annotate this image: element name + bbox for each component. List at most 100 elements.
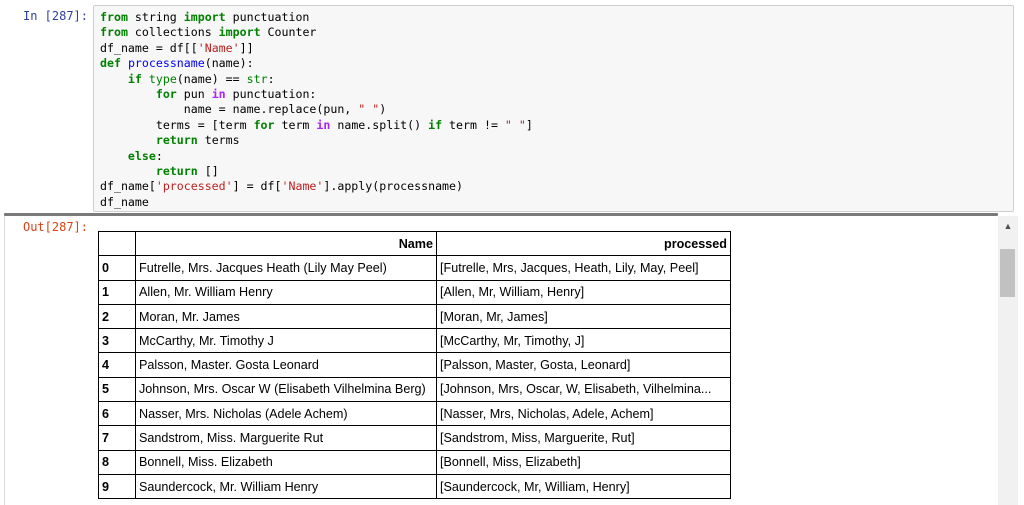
input-prompt: In [287]:	[22, 9, 88, 23]
table-row: 7 Sandstrom, Miss. Marguerite Rut [Sandstr…	[98, 425, 731, 451]
code-token: terms = [term	[100, 117, 254, 132]
name-cell: Allen, Mr. William Henry	[135, 279, 437, 305]
scroll-thumb[interactable]	[1000, 249, 1015, 297]
code-token: punctuation	[225, 10, 310, 24]
code-token: df_name = df[[	[100, 40, 198, 55]
code-token: type	[148, 71, 177, 86]
code-token: else	[127, 148, 156, 163]
code-token: import	[218, 25, 261, 40]
code-token: collections	[127, 25, 219, 40]
name-cell: Moran, Mr. James	[135, 303, 437, 330]
index-header	[98, 230, 136, 257]
code-token: name.split()	[330, 117, 429, 132]
table-row: 4 Palsson, Master. Gosta Leonard [Palsson,…	[98, 352, 731, 378]
code-token: if	[428, 117, 443, 132]
output-scrollbar[interactable]: ▲	[998, 216, 1018, 505]
code-token: str	[246, 71, 268, 86]
code-token: ] = df[	[232, 179, 282, 194]
table-row: 5 Johnson, Mrs. Oscar W (Elisabeth Vilhel…	[98, 376, 731, 403]
code-token: term	[274, 117, 317, 132]
code-token: return	[155, 133, 198, 148]
code-line: return []	[100, 164, 533, 179]
code-token: []	[197, 163, 219, 178]
code-line: df_name	[100, 195, 533, 210]
processed-cell: [Moran, Mr, James]	[436, 303, 731, 330]
input-cell[interactable]: In [287]: from string import punctuation…	[0, 0, 1024, 214]
code-text[interactable]: from string import punctuation from colle…	[100, 10, 533, 210]
table-row: 0 Futrelle, Mrs. Jacques Heath (Lily May …	[98, 255, 731, 281]
processed-cell: [Nasser, Mrs, Nicholas, Adele, Achem]	[436, 401, 731, 427]
code-line: def processname(name):	[100, 56, 533, 71]
code-token: from	[100, 25, 128, 40]
processed-cell: [Palsson, Master, Gosta, Leonard]	[436, 352, 731, 378]
code-token: for	[155, 86, 177, 101]
code-line: df_name['processed'] = df['Name'].apply(…	[100, 179, 533, 194]
code-token: def	[100, 56, 121, 71]
name-cell: Johnson, Mrs. Oscar W (Elisabeth Vilhelm…	[135, 376, 437, 403]
table-header-row: Name processed	[98, 230, 731, 257]
name-cell: Futrelle, Mrs. Jacques Heath (Lily May P…	[135, 255, 437, 281]
row-index-cell: 4	[98, 352, 136, 378]
row-index-cell: 1	[98, 279, 136, 305]
row-index-cell: 5	[98, 376, 136, 403]
code-token: ]]	[239, 40, 254, 55]
row-index-cell: 6	[98, 401, 136, 427]
code-line: terms = [term for term in name.split() i…	[100, 118, 533, 133]
code-line: else:	[100, 149, 533, 164]
processed-cell: [Allen, Mr, William, Henry]	[436, 279, 731, 305]
code-token: df_name	[100, 194, 149, 209]
code-token: (name) ==	[176, 71, 247, 86]
name-cell: Sandstrom, Miss. Marguerite Rut	[135, 425, 437, 451]
row-index-cell: 8	[98, 449, 136, 475]
row-index-cell: 9	[98, 473, 136, 500]
code-line: df_name = df[['Name']]	[100, 41, 533, 56]
name-cell: Saundercock, Mr. William Henry	[135, 473, 437, 500]
table-row: 6 Nasser, Mrs. Nicholas (Adele Achem) [Nas…	[98, 401, 731, 427]
code-line: from string import punctuation	[100, 10, 533, 25]
code-token: Counter	[260, 25, 317, 40]
code-token: pun	[176, 86, 212, 101]
code-token: :	[267, 71, 275, 86]
code-token: )	[379, 102, 387, 117]
row-index-cell: 3	[98, 328, 136, 354]
code-line: return terms	[100, 133, 533, 148]
table-row: 1 Allen, Mr. William Henry [Allen, Mr, Wil…	[98, 279, 731, 305]
table-row: 3 McCarthy, Mr. Timothy J [McCarthy, Mr, T…	[98, 328, 731, 354]
row-index-cell: 2	[98, 303, 136, 330]
code-token: " "	[358, 102, 380, 117]
processed-cell: [Futrelle, Mrs, Jacques, Heath, Lily, Ma…	[436, 255, 731, 281]
code-token: ].apply(processname)	[323, 179, 463, 194]
processed-cell: [Bonnell, Miss, Elizabeth]	[436, 449, 731, 475]
processed-cell: [Sandstrom, Miss, Marguerite, Rut]	[436, 425, 731, 451]
code-line: from collections import Counter	[100, 25, 533, 40]
name-cell: Nasser, Mrs. Nicholas (Adele Achem)	[135, 401, 437, 427]
code-token: (name):	[204, 56, 254, 71]
code-token: df_name[	[100, 179, 156, 194]
code-token: if	[127, 71, 142, 86]
code-token: in	[316, 117, 331, 132]
code-token: 'Name'	[197, 40, 240, 55]
processed-column-header: processed	[436, 230, 731, 257]
code-token: name = name.replace(pun,	[100, 102, 359, 117]
scroll-up-arrow-icon[interactable]: ▲	[998, 220, 1018, 232]
processed-cell: [McCarthy, Mr, Timothy, J]	[436, 328, 731, 354]
dataframe-table: Name processed 0 Futrelle, Mrs. Jacques H…	[98, 230, 731, 500]
code-token: import	[183, 10, 226, 24]
name-column-header: Name	[135, 230, 437, 257]
table-row: 2 Moran, Mr. James [Moran, Mr, James]	[98, 303, 731, 330]
table-row: 9 Saundercock, Mr. William Henry [Saunderc…	[98, 473, 731, 500]
code-token: from	[100, 10, 128, 24]
code-token: for	[253, 117, 275, 132]
name-cell: Palsson, Master. Gosta Leonard	[135, 352, 437, 378]
code-token: return	[155, 163, 198, 178]
code-token: term !=	[442, 117, 505, 132]
row-index-cell: 0	[98, 255, 136, 281]
code-editor[interactable]: from string import punctuation from colle…	[93, 5, 1014, 212]
code-token: ]	[525, 117, 533, 132]
code-token: punctuation:	[225, 86, 317, 101]
